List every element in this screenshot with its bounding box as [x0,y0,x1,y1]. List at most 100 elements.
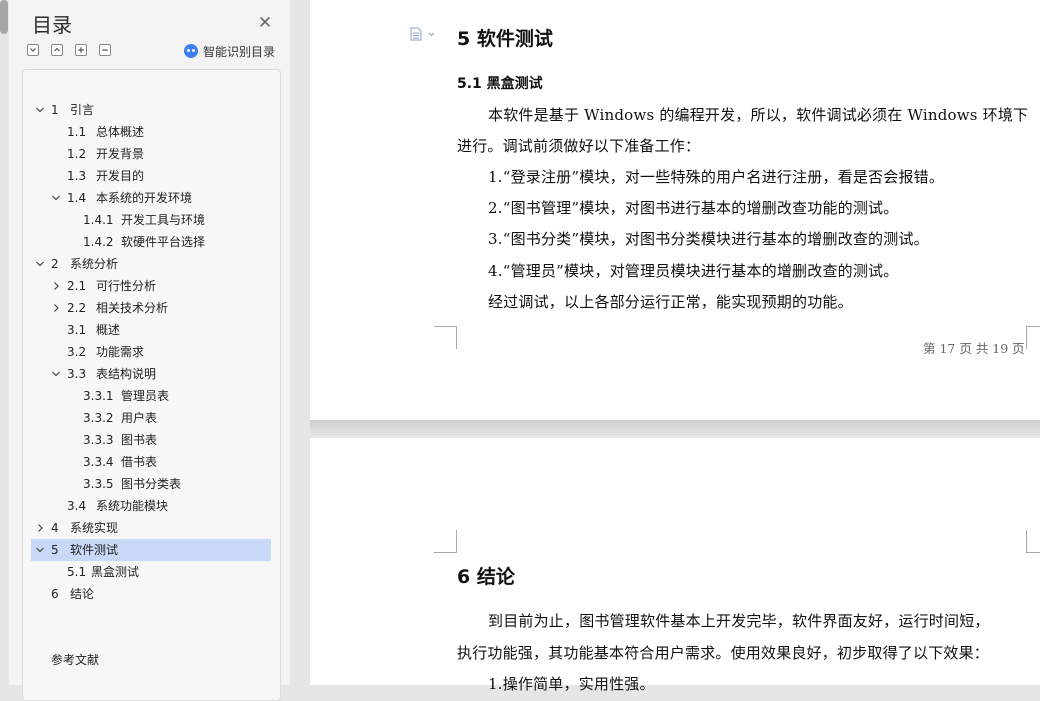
toc-item-label: 参考文献 [51,653,100,667]
toc-item-label: 功能需求 [96,345,145,359]
chevron-down-icon[interactable] [34,539,46,561]
toc-item-label: 软件测试 [70,543,119,557]
chevron-right-icon[interactable] [34,517,46,539]
collapse-all-icon[interactable] [27,44,39,56]
smart-toc-label: 智能识别目录 [203,44,276,59]
document-icon[interactable] [410,26,436,45]
toc-item[interactable]: 3.3 表结构说明 [31,363,271,385]
toc-item[interactable]: 参考文献 [31,649,271,671]
toc-item-label: 概述 [96,323,121,337]
toc-item[interactable]: 4 系统实现 [31,517,271,539]
paragraph-line: 进行。调试前须做好以下准备工作： [457,137,701,155]
chevron-down-icon[interactable] [34,99,46,121]
toc-item[interactable]: 5 软件测试 [31,539,271,561]
chevron-right-icon[interactable] [50,275,62,297]
document-page: 5 软件测试 5.1 黑盒测试 本软件是基于 Windows 的编程开发，所以，… [310,0,1040,420]
chevron-down-icon[interactable] [50,363,62,385]
toc-item-number: 1.4.1 [83,213,114,227]
close-icon[interactable]: ✕ [256,14,274,32]
toc-item-label: 系统分析 [70,257,119,271]
toc-item-number: 3.3.1 [83,389,114,403]
toc-item-number: 3.1 [67,323,87,337]
expand-all-icon[interactable] [51,44,63,56]
chevron-down-icon[interactable] [50,187,62,209]
margin-corner-mark [1026,326,1040,349]
paragraph-line: 经过调试，以上各部分运行正常，能实现预期的功能。 [488,293,853,311]
section-heading: 5.1 黑盒测试 [457,76,543,92]
toc-item-label: 总体概述 [96,125,145,139]
toc-item[interactable]: 1.4.2 软硬件平台选择 [31,231,271,253]
toc-item[interactable]: 2.1 可行性分析 [31,275,271,297]
add-heading-icon[interactable] [75,44,87,56]
toc-item[interactable]: 3.3.5 图书分类表 [31,473,271,495]
toc-title: 目录 [32,13,72,37]
toc-item[interactable]: 3.3.1 管理员表 [31,385,271,407]
ai-assistant-icon [184,44,198,58]
toc-item-number: 5.1 [67,565,87,579]
paragraph-line: 4.“管理员”模块，对管理员模块进行基本的增删改查的测试。 [488,262,899,280]
toc-item-number: 3.2 [67,345,87,359]
toc-item-label: 系统实现 [70,521,119,535]
toc-pane: 目录 ✕ 智能识别目录 1 引言 1.1 总体概述 1.2 开发背景 1.3 开发目的 1.4 本… [0,0,290,701]
paragraph-line: 执行功能强，其功能基本符合用户需求。使用效果良好，初步取得了以下效果： [457,644,990,662]
toc-item-number: 1.4 [67,191,87,205]
toc-item-number: 3.4 [67,499,87,513]
toc-item[interactable]: 3.4 系统功能模块 [31,495,271,517]
toc-item-number: 1 [51,103,59,117]
toc-item-label: 管理员表 [121,389,170,403]
chevron-right-icon[interactable] [50,297,62,319]
smart-toc-button[interactable]: 智能识别目录 [184,43,275,59]
toc-item-label: 图书表 [121,433,158,447]
toc-item[interactable]: 1.4.1 开发工具与环境 [31,209,271,231]
toc-item-number: 1.4.2 [83,235,114,249]
toc-item[interactable]: 3.3.2 用户表 [31,407,271,429]
toc-item-number: 3.3 [67,367,87,381]
chapter-heading: 6 结论 [457,566,515,588]
toc-item[interactable]: 1 引言 [31,99,271,121]
margin-corner-mark [1026,530,1040,553]
toc-item-number: 1.1 [67,125,87,139]
toc-item[interactable]: 1.4 本系统的开发环境 [31,187,271,209]
toc-item-label: 表结构说明 [96,367,157,381]
toc-item[interactable]: 3.1 概述 [31,319,271,341]
toc-item-number: 3.3.3 [83,433,114,447]
toc-item-label: 相关技术分析 [96,301,169,315]
toc-list: 1 引言 1.1 总体概述 1.2 开发背景 1.3 开发目的 1.4 本系统的开发环境 1.4.1… [22,69,281,701]
toc-item-number: 4 [51,521,59,535]
toc-item-label: 系统功能模块 [96,499,169,513]
toc-scrollbar[interactable] [0,0,9,685]
toc-item-label: 黑盒测试 [91,565,140,579]
toc-item-label: 引言 [70,103,95,117]
toc-item-number: 3.3.2 [83,411,114,425]
toc-item-label: 本系统的开发环境 [96,191,193,205]
toc-item-number: 2.2 [67,301,87,315]
toc-item[interactable]: 6 结论 [31,583,271,605]
toc-scrollbar-thumb[interactable] [0,0,8,34]
paragraph-line: 2.“图书管理”模块，对图书进行基本的增删改查功能的测试。 [488,199,899,217]
paragraph-line: 到目前为止，图书管理软件基本上开发完毕，软件界面友好，运行时间短， [488,612,990,630]
page-separator [310,420,1040,436]
toc-item-number: 2 [51,257,59,271]
chevron-down-icon[interactable] [34,253,46,275]
page-footer: 第 17 页 共 19 页 [923,341,1025,356]
toc-item-label: 开发工具与环境 [121,213,206,227]
toc-item-label: 开发目的 [96,169,145,183]
document-area: 5 软件测试 5.1 黑盒测试 本软件是基于 Windows 的编程开发，所以，… [290,0,1040,693]
toc-item[interactable]: 2.2 相关技术分析 [31,297,271,319]
document-page: 6 结论 到目前为止，图书管理软件基本上开发完毕，软件界面友好，运行时间短， 执… [310,438,1040,693]
toc-item[interactable]: 3.2 功能需求 [31,341,271,363]
toc-item-number: 3.3.4 [83,455,114,469]
toc-item[interactable]: 1.2 开发背景 [31,143,271,165]
toc-item-label: 图书分类表 [121,477,182,491]
chapter-heading: 5 软件测试 [457,28,553,50]
remove-heading-icon[interactable] [99,44,111,56]
toc-item[interactable]: 2 系统分析 [31,253,271,275]
toc-item[interactable]: 3.3.4 借书表 [31,451,271,473]
margin-corner-mark [434,326,457,349]
toc-item[interactable]: 5.1 黑盒测试 [31,561,271,583]
toc-item[interactable]: 3.3.3 图书表 [31,429,271,451]
toc-item[interactable]: 1.1 总体概述 [31,121,271,143]
toc-item[interactable]: 1.3 开发目的 [31,165,271,187]
paragraph-line: 3.“图书分类”模块，对图书分类模块进行基本的增删改查的测试。 [488,230,929,248]
toc-item-number: 6 [51,587,59,601]
